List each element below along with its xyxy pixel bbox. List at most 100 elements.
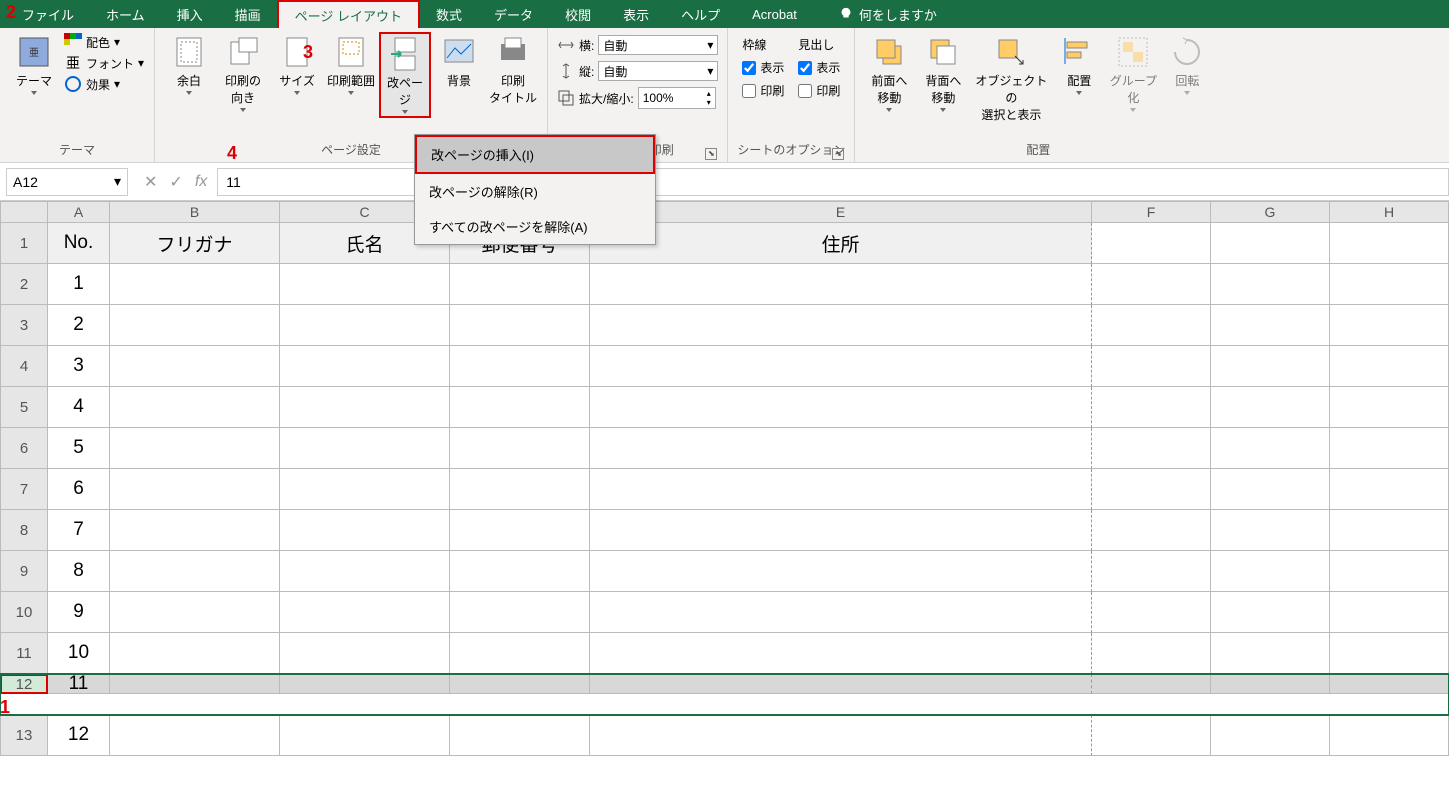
cell[interactable]	[110, 264, 280, 305]
cell[interactable]: No.	[48, 223, 110, 264]
cell[interactable]	[590, 387, 1092, 428]
cell[interactable]	[110, 715, 280, 756]
cell[interactable]	[1092, 510, 1211, 551]
cell[interactable]	[1092, 469, 1211, 510]
col-header-G[interactable]: G	[1211, 201, 1330, 223]
row-header[interactable]: 6	[0, 428, 48, 469]
cell[interactable]	[280, 674, 450, 694]
cell[interactable]	[450, 428, 590, 469]
breaks-button[interactable]: 改ページ	[379, 32, 431, 118]
send-backward-button[interactable]: 背面へ 移動	[917, 32, 969, 114]
cell[interactable]	[590, 264, 1092, 305]
row-header[interactable]: 9	[0, 551, 48, 592]
row-header[interactable]: 2	[0, 264, 48, 305]
cell[interactable]	[1211, 715, 1330, 756]
cell[interactable]	[590, 305, 1092, 346]
cell[interactable]: 8	[48, 551, 110, 592]
cell[interactable]	[590, 674, 1092, 694]
remove-break-item[interactable]: 改ページの解除(R)	[415, 174, 655, 209]
cell[interactable]	[1330, 469, 1449, 510]
row-header[interactable]: 3	[0, 305, 48, 346]
select-all-corner[interactable]	[0, 201, 48, 223]
cell[interactable]	[1211, 305, 1330, 346]
row-header[interactable]: 12	[0, 674, 48, 694]
cell[interactable]	[110, 592, 280, 633]
cell[interactable]	[1211, 469, 1330, 510]
insert-break-item[interactable]: 改ページの挿入(I)	[415, 135, 655, 174]
cell[interactable]	[1211, 674, 1330, 694]
cell[interactable]	[590, 551, 1092, 592]
cell[interactable]	[590, 592, 1092, 633]
cell[interactable]	[280, 592, 450, 633]
cell[interactable]	[1092, 592, 1211, 633]
selection-pane-button[interactable]: オブジェクトの 選択と表示	[971, 32, 1051, 125]
tab-formulas[interactable]: 数式	[420, 1, 478, 28]
cell[interactable]	[110, 428, 280, 469]
bring-forward-button[interactable]: 前面へ 移動	[863, 32, 915, 114]
tab-review[interactable]: 校閲	[549, 1, 607, 28]
cell[interactable]	[280, 633, 450, 674]
cell[interactable]	[1211, 346, 1330, 387]
cell[interactable]	[590, 715, 1092, 756]
col-header-A[interactable]: A	[48, 201, 110, 223]
row-header[interactable]: 11	[0, 633, 48, 674]
col-header-B[interactable]: B	[110, 201, 280, 223]
margins-button[interactable]: 余白	[163, 32, 215, 97]
headings-print-check[interactable]: 印刷	[798, 82, 840, 99]
cell[interactable]: 7	[48, 510, 110, 551]
cell[interactable]: 10	[48, 633, 110, 674]
group-button[interactable]: グループ化	[1107, 32, 1159, 114]
cell[interactable]	[280, 428, 450, 469]
cell[interactable]	[280, 510, 450, 551]
cell[interactable]	[450, 715, 590, 756]
cell[interactable]	[450, 674, 590, 694]
cell[interactable]: 6	[48, 469, 110, 510]
cell[interactable]: フリガナ	[110, 223, 280, 264]
cell[interactable]	[450, 387, 590, 428]
align-button[interactable]: 配置	[1053, 32, 1105, 97]
gridlines-view-check[interactable]: 表示	[742, 59, 784, 76]
cell[interactable]	[110, 510, 280, 551]
cell[interactable]	[110, 633, 280, 674]
cell[interactable]	[110, 346, 280, 387]
cell[interactable]: 3	[48, 346, 110, 387]
cell[interactable]	[450, 592, 590, 633]
formula-input[interactable]: 11	[217, 168, 1449, 196]
cell[interactable]	[450, 469, 590, 510]
row-header[interactable]: 13	[0, 715, 48, 756]
cell[interactable]	[1330, 715, 1449, 756]
row-header[interactable]: 10	[0, 592, 48, 633]
cell[interactable]	[280, 264, 450, 305]
cell[interactable]	[1092, 674, 1211, 694]
orientation-button[interactable]: 印刷の 向き	[217, 32, 269, 114]
effects-button[interactable]: 効果 ▾	[62, 74, 146, 94]
cell[interactable]: 1	[48, 264, 110, 305]
gridlines-print-check[interactable]: 印刷	[742, 82, 784, 99]
size-button[interactable]: サイズ	[271, 32, 323, 97]
cell[interactable]	[590, 469, 1092, 510]
cell[interactable]	[1330, 264, 1449, 305]
cell[interactable]	[450, 510, 590, 551]
cell[interactable]: 11	[48, 674, 110, 694]
colors-button[interactable]: 配色 ▾	[62, 32, 146, 52]
themes-button[interactable]: 亜 テーマ	[8, 32, 60, 97]
cell[interactable]	[1092, 223, 1211, 264]
col-header-H[interactable]: H	[1330, 201, 1449, 223]
col-header-E[interactable]: E	[590, 201, 1092, 223]
dialog-launcher-icon[interactable]: ⬊	[705, 148, 717, 160]
headings-view-check[interactable]: 表示	[798, 59, 840, 76]
cell[interactable]	[1211, 633, 1330, 674]
row-header[interactable]: 4	[0, 346, 48, 387]
tab-view[interactable]: 表示	[607, 1, 665, 28]
cell[interactable]	[450, 346, 590, 387]
cell[interactable]	[280, 346, 450, 387]
print-area-button[interactable]: 印刷範囲	[325, 32, 377, 97]
cell[interactable]	[1092, 305, 1211, 346]
cell[interactable]	[280, 715, 450, 756]
cell[interactable]	[280, 305, 450, 346]
cell[interactable]	[1211, 551, 1330, 592]
row-header[interactable]: 7	[0, 469, 48, 510]
col-header-F[interactable]: F	[1092, 201, 1211, 223]
cell[interactable]	[1211, 223, 1330, 264]
cell[interactable]	[1092, 264, 1211, 305]
